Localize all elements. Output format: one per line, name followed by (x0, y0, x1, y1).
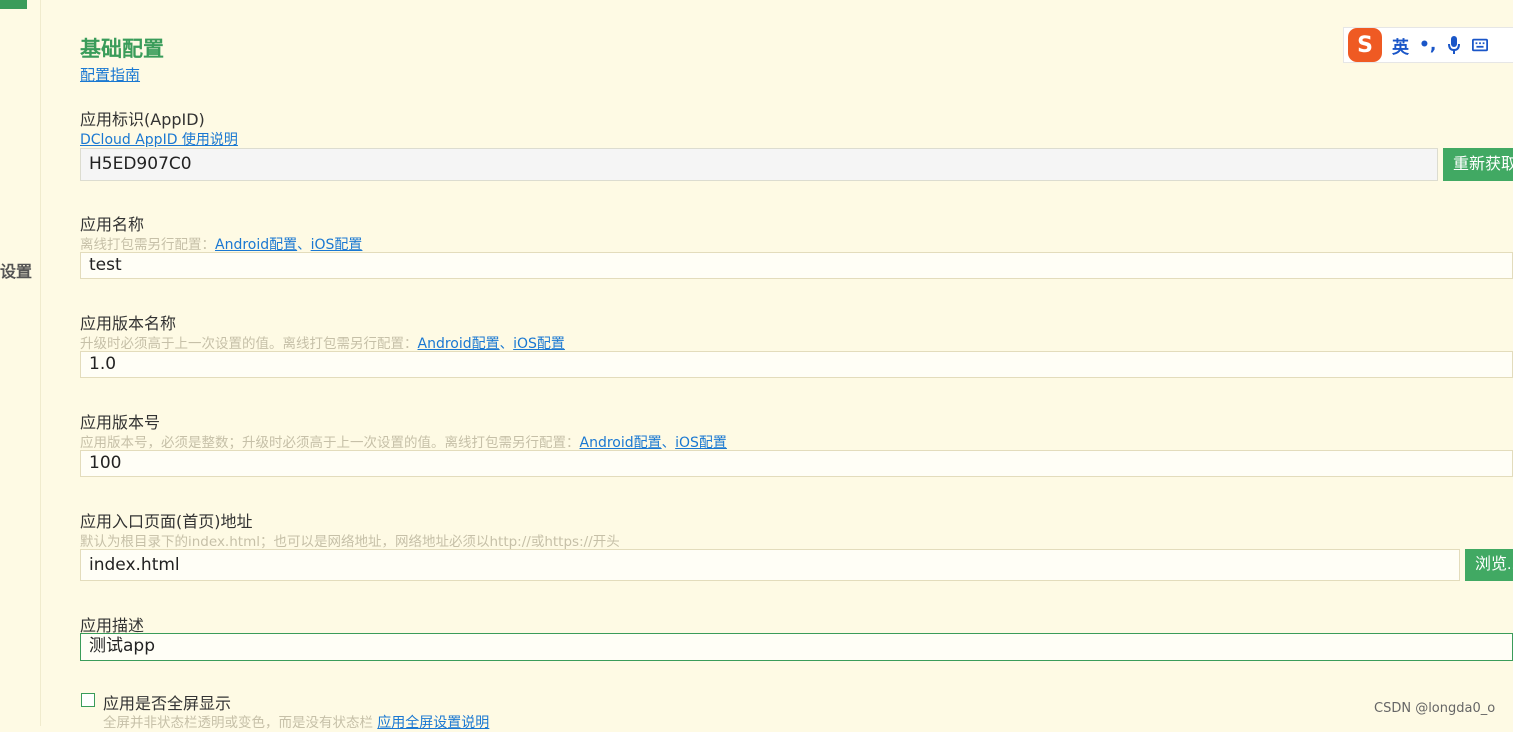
entry-page-input[interactable]: index.html (80, 549, 1460, 581)
app-name-hint-text: 离线打包需另行配置： (80, 237, 215, 253)
ios-config-link[interactable]: iOS配置 (311, 237, 363, 253)
ios-config-link[interactable]: iOS配置 (513, 336, 565, 352)
watermark: CSDN @longda0_o (1374, 701, 1496, 716)
version-code-input[interactable]: 100 (80, 450, 1513, 477)
section-title: 基础配置 (80, 37, 164, 61)
settings-form: 基础配置 配置指南 应用标识(AppID) DCloud AppID 使用说明 … (80, 0, 1513, 731)
regenerate-appid-button[interactable]: 重新获取 (1443, 148, 1513, 181)
left-rail: 设置 (0, 0, 41, 726)
ime-punctuation-toggle[interactable]: •, (1419, 35, 1436, 55)
ime-language-toggle[interactable]: 英 (1392, 33, 1409, 58)
entry-page-label: 应用入口页面(首页)地址 (80, 512, 253, 531)
link-separator: 、 (661, 435, 676, 451)
app-name-label: 应用名称 (80, 215, 145, 234)
version-code-hint-text: 应用版本号，必须是整数；升级时必须高于上一次设置的值。离线打包需另行配置： (80, 435, 580, 451)
entry-page-hint: 默认为根目录下的index.html；也可以是网络地址，网络地址必须以http:… (80, 534, 620, 550)
ios-config-link[interactable]: iOS配置 (675, 435, 727, 451)
version-name-input[interactable]: 1.0 (80, 351, 1513, 378)
version-code-label: 应用版本号 (80, 413, 161, 432)
version-code-hint: 应用版本号，必须是整数；升级时必须高于上一次设置的值。离线打包需另行配置：And… (80, 431, 727, 452)
description-input[interactable]: 测试app (80, 633, 1513, 661)
link-separator: 、 (297, 237, 311, 253)
ime-logo-icon[interactable]: S (1348, 28, 1382, 62)
active-tab-indicator (0, 0, 27, 9)
ime-toolbar: S 英 •, (1343, 27, 1513, 63)
browse-button[interactable]: 浏览... (1465, 549, 1513, 581)
config-guide-link[interactable]: 配置指南 (80, 64, 140, 85)
fullscreen-checkbox[interactable] (81, 693, 95, 707)
appid-field: H5ED907C0 (80, 148, 1438, 181)
app-name-input[interactable]: test (80, 252, 1513, 279)
fullscreen-help-link[interactable]: 应用全屏设置说明 (377, 715, 489, 731)
app-name-hint: 离线打包需另行配置：Android配置、iOS配置 (80, 233, 362, 254)
android-config-link[interactable]: Android配置 (580, 435, 662, 451)
version-name-hint: 升级时必须高于上一次设置的值。离线打包需另行配置：Android配置、iOS配置 (80, 332, 565, 353)
keyboard-icon[interactable] (1472, 36, 1489, 54)
appid-help-link[interactable]: DCloud AppID 使用说明 (80, 129, 238, 149)
android-config-link[interactable]: Android配置 (418, 336, 500, 352)
sidebar-item-settings[interactable]: 设置 (0, 258, 32, 282)
fullscreen-hint-text: 全屏并非状态栏透明或变色，而是没有状态栏 (103, 715, 373, 731)
microphone-icon[interactable] (1446, 36, 1462, 54)
version-name-hint-text: 升级时必须高于上一次设置的值。离线打包需另行配置： (80, 336, 418, 352)
appid-label: 应用标识(AppID) (80, 110, 205, 129)
fullscreen-hint: 全屏并非状态栏透明或变色，而是没有状态栏 应用全屏设置说明 (103, 711, 489, 732)
version-name-label: 应用版本名称 (80, 314, 177, 333)
android-config-link[interactable]: Android配置 (215, 237, 297, 253)
link-separator: 、 (499, 336, 514, 352)
